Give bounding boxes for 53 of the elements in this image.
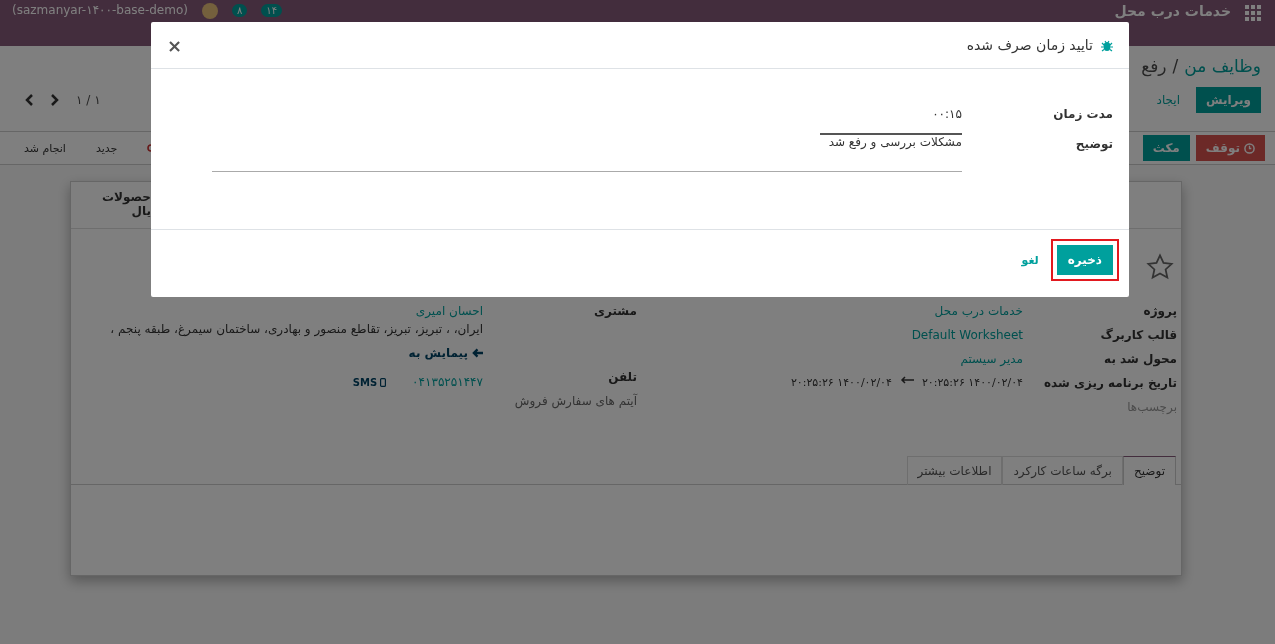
pager-value: ۱ / ۱ xyxy=(76,93,101,107)
field-label: مشتری xyxy=(593,304,637,320)
close-button[interactable]: × xyxy=(167,34,183,56)
dialog-title: تایید زمان صرف شده xyxy=(966,37,1093,53)
edit-button[interactable]: ویرایش xyxy=(1196,87,1261,113)
sms-link[interactable]: SMS xyxy=(352,376,387,388)
tab[interactable]: توضیح xyxy=(1122,456,1176,485)
tab[interactable]: اطلاعات بیشتر xyxy=(906,456,1003,485)
stage-button[interactable]: جدید xyxy=(95,141,118,155)
customer-address: ایران، ، تبریز، تبریز، تقاطع منصور و بهادری، ساختمان سیمرغ، طبقه پنجم ، xyxy=(109,321,483,338)
tab[interactable]: برگه ساعات کارکرد xyxy=(1002,456,1123,485)
field-label: پروژه xyxy=(1142,304,1177,321)
breadcrumb-link[interactable]: وظایف من xyxy=(1184,56,1261,76)
field-value[interactable]: خدمات درب محل xyxy=(647,304,1023,328)
field-label: قالب کاربرگ xyxy=(1099,328,1177,344)
create-button[interactable]: ایجاد xyxy=(1146,87,1190,113)
field-value[interactable]: مدیر سیستم xyxy=(647,352,1023,376)
star-icon[interactable] xyxy=(1145,252,1175,281)
save-button[interactable]: ذخیره xyxy=(1056,245,1113,275)
field-label: تلفن xyxy=(607,370,637,386)
stage-button[interactable]: انجام شد xyxy=(24,141,66,155)
smart-button[interactable]: حصولات یال xyxy=(71,182,151,228)
field-label: تاریخ برنامه ریزی شده xyxy=(1043,376,1177,392)
cancel-link[interactable]: لغو xyxy=(1021,253,1039,267)
next-icon[interactable] xyxy=(50,93,60,107)
clock-icon xyxy=(1244,142,1255,154)
stop-button[interactable]: توقف xyxy=(1195,135,1265,161)
app-title[interactable]: خدمات درب محل xyxy=(1114,3,1231,19)
pause-button[interactable]: مکث xyxy=(1142,135,1190,161)
database-name: (sazmanyar-۱۴۰۰-base-demo) xyxy=(12,3,188,18)
arrow-icon xyxy=(899,376,914,384)
navigate-link[interactable]: پیمایش به xyxy=(97,346,483,360)
customer-name[interactable]: احسان امیری xyxy=(97,304,483,318)
arrow-icon xyxy=(472,348,483,358)
notification-badge: ۱۴ xyxy=(261,4,283,17)
description-field[interactable]: مشکلات بررسی و رفع شد xyxy=(212,135,962,172)
duration-field[interactable]: ۰۰:۱۵ xyxy=(820,105,962,135)
field-value[interactable]: Default Worksheet xyxy=(647,328,1023,352)
avatar-icon[interactable] xyxy=(201,3,218,19)
previous-icon[interactable] xyxy=(24,93,34,107)
field-label: توضیح xyxy=(1074,136,1113,154)
bug-icon[interactable] xyxy=(1101,38,1113,52)
field-label: آیتم های سفارش فروش xyxy=(513,394,637,411)
end-date: ۱۴۰۰/۰۲/۰۴ ۲۰:۲۵:۲۶ xyxy=(790,376,892,389)
phone-icon xyxy=(380,377,387,387)
field-label: مدت زمان xyxy=(1052,106,1113,123)
breadcrumb-separator: / xyxy=(1172,56,1179,76)
field-label: محول شد به xyxy=(1103,352,1177,369)
phone-number[interactable]: ۰۴۱۳۵۲۵۱۴۴۷ xyxy=(412,375,483,389)
notification-badge: ۸ xyxy=(231,4,248,17)
breadcrumb-current: رفع xyxy=(1141,56,1167,76)
apps-grid-icon[interactable] xyxy=(1245,5,1261,21)
start-date: ۱۴۰۰/۰۲/۰۴ ۲۰:۲۵:۲۶ xyxy=(921,376,1023,389)
